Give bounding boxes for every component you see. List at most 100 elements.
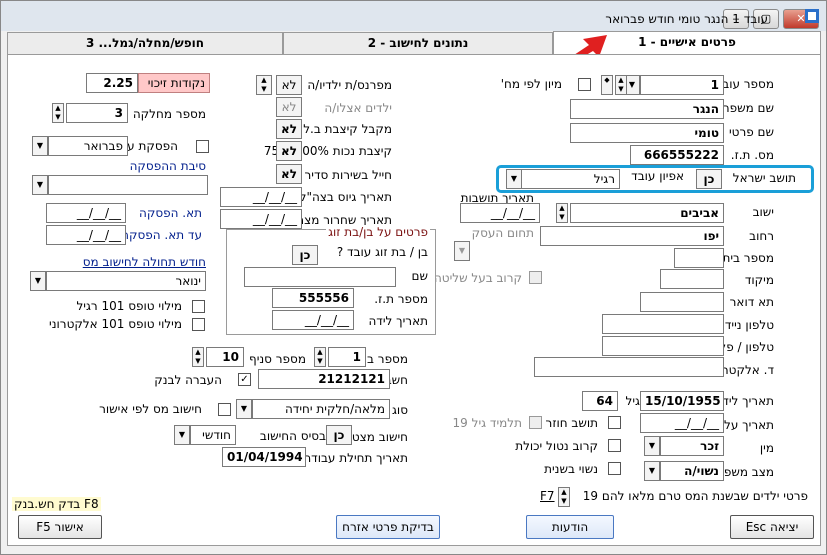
employee-no-spinner[interactable]: ▲ ▼ [615, 75, 627, 95]
birth-date-field[interactable]: 15/10/1955 [640, 391, 724, 411]
returning-resident-checkbox[interactable] [608, 416, 621, 429]
stop-reason-label: סיבת ההפסקה [129, 159, 206, 173]
last-name-field[interactable]: הנגר [570, 99, 724, 119]
stop-work-checkbox[interactable] [196, 140, 209, 153]
city-field[interactable]: אביבים [570, 203, 724, 223]
branch-field[interactable]: 10 [206, 347, 244, 367]
student-19-checkbox[interactable] [529, 416, 542, 429]
form101-electronic-label: מילוי טופס 101 אלקטרוני [49, 317, 182, 331]
employee-no-field[interactable]: 1 [640, 75, 724, 95]
marital-status-dropdown[interactable]: ▼ [644, 461, 660, 481]
f8-bank-check-label: F8 בדק חש.בנק [12, 497, 101, 511]
spouse-works-toggle[interactable]: כן [292, 245, 318, 265]
title-bar: ‒ ▢ ✕ עובד 1 הנגר טומי חודש פברואר [1, 1, 826, 31]
gender-dropdown[interactable]: ▼ [644, 436, 660, 456]
start-month-dropdown[interactable]: ▼ [30, 271, 46, 291]
second-marriage-checkbox[interactable] [608, 462, 621, 475]
app-window: ‒ ▢ ✕ עובד 1 הנגר טומי חודש פברואר פרטים… [0, 0, 827, 555]
controlling-relative-checkbox[interactable] [529, 271, 542, 284]
nii-toggle[interactable]: לא [276, 119, 302, 139]
tab-vacation[interactable]: חופש/מחלה/גמל... 3 [7, 32, 283, 54]
basis-dropdown[interactable]: ▼ [174, 425, 190, 445]
phone-field[interactable] [602, 336, 724, 356]
spouse-id-field[interactable]: 555556 [272, 288, 354, 308]
employee-type-field[interactable]: רגיל [520, 169, 620, 189]
children-with-toggle[interactable]: לא [276, 97, 302, 117]
id-label: מס. ת.ז. [730, 148, 774, 162]
id-field[interactable]: 666555222 [630, 145, 724, 165]
bank-field[interactable]: 1 [328, 347, 366, 367]
stop-work-month-dropdown[interactable]: ▼ [32, 136, 48, 156]
approve-f5-button[interactable]: אישור F5 [18, 515, 102, 539]
gender-field[interactable]: זכר [660, 436, 724, 456]
street-field[interactable]: יפו [540, 226, 724, 246]
email-field[interactable] [534, 357, 724, 377]
credit-points-field[interactable]: 2.25 [86, 73, 138, 93]
tab-strip: פרטים אישיים - 1 נתונים לחישוב - 2 חופש/… [7, 31, 821, 55]
disabled-relative-checkbox[interactable] [608, 439, 621, 452]
spouse-works-label: בן / בת זוג עובד ? [336, 245, 428, 259]
city-spinner[interactable]: ▲ ▼ [556, 203, 568, 223]
residence-date-field[interactable]: __/__/__ [460, 203, 540, 223]
app-icon [805, 9, 819, 23]
bank-spinner[interactable]: ▲ ▼ [314, 347, 326, 367]
marital-status-field[interactable]: נשוי/ה [660, 461, 724, 481]
tab-calc-data[interactable]: נתונים לחישוב - 2 [283, 32, 553, 54]
zip-field[interactable] [660, 269, 724, 289]
stop-until-field[interactable]: __/__/__ [46, 225, 126, 245]
messages-button[interactable]: הודעות [526, 515, 614, 539]
stop-reason-field[interactable] [48, 175, 208, 195]
form101-regular-label: מילוי טופס 101 רגיל [76, 299, 182, 313]
house-no-field[interactable] [674, 248, 724, 268]
form101-electronic-checkbox[interactable] [192, 318, 205, 331]
tax-by-approval-checkbox[interactable] [218, 403, 231, 416]
form101-regular-checkbox[interactable] [192, 300, 205, 313]
first-name-field[interactable]: טומי [570, 123, 724, 143]
resident-toggle[interactable]: כן [696, 169, 722, 189]
tab-personal-label: פרטים אישיים - 1 [638, 35, 736, 49]
branch-spinner[interactable]: ▲ ▼ [192, 347, 204, 367]
po-box-label: תא דואר [729, 295, 774, 309]
mobile-field[interactable] [602, 314, 724, 334]
controlling-relative-label: קרוב בעל שליטה [433, 271, 522, 285]
start-date-field[interactable]: 01/04/1994 [222, 447, 306, 467]
cumulative-toggle[interactable]: כן [326, 425, 352, 445]
children-spinner[interactable]: ▲ ▼ [558, 487, 570, 507]
job-type-dropdown[interactable]: ▼ [236, 399, 252, 419]
army-toggle[interactable]: לא [276, 164, 302, 184]
po-box-field[interactable] [640, 292, 724, 312]
start-month-field[interactable]: ינואר [46, 271, 206, 291]
business-field-dropdown[interactable]: ▼ [454, 241, 470, 261]
stop-reason-dropdown[interactable]: ▼ [32, 175, 48, 195]
citizen-check-button[interactable]: בדיקת פרטי אזרח [336, 515, 440, 539]
dept-spinner[interactable]: ▲ ▼ [52, 103, 64, 123]
employee-no-label: מספר עובד [715, 77, 774, 91]
spouse-birth-field[interactable]: __/__/__ [272, 310, 354, 330]
draft-date-field[interactable]: __/__/__ [220, 187, 302, 207]
basis-field[interactable]: חודשי [190, 425, 236, 445]
esc-exit-button[interactable]: יציאה Esc [730, 515, 814, 539]
children-f7-key[interactable]: F7 [540, 489, 555, 503]
stop-date-field[interactable]: __/__/__ [46, 203, 126, 223]
employee-type-dropdown[interactable]: ▼ [506, 169, 522, 189]
disability-toggle[interactable]: לא [276, 141, 302, 161]
business-field-label: תחום העסק [471, 226, 534, 240]
employee-no-prev[interactable]: ◆ [601, 75, 613, 95]
age-field[interactable]: 64 [582, 391, 618, 411]
sort-by-dept-checkbox[interactable] [578, 78, 591, 91]
basis-label: בסיס החישוב [259, 429, 326, 443]
release-date-field[interactable]: __/__/__ [220, 209, 302, 229]
aliyah-date-field[interactable]: __/__/__ [640, 413, 724, 433]
account-field[interactable]: 21212121 [258, 369, 390, 389]
transfer-to-bank-checkbox[interactable]: ✓ [238, 373, 251, 386]
army-label: חייל בשירות סדיר [304, 168, 392, 182]
house-no-label: מספר בית [722, 251, 774, 265]
resident-label: תושב ישראל [732, 171, 796, 185]
stop-work-month-field[interactable]: פברואר [48, 136, 128, 156]
spouse-name-field[interactable] [244, 267, 396, 287]
separated-spinner[interactable]: ▲ ▼ [256, 75, 272, 95]
job-type-field[interactable]: מלאה/חלקית יחידה [252, 399, 390, 419]
separated-toggle[interactable]: לא [276, 75, 302, 95]
dept-field[interactable]: 3 [66, 103, 128, 123]
nii-label: מקבל קיצבת ב.ל. [299, 122, 392, 136]
